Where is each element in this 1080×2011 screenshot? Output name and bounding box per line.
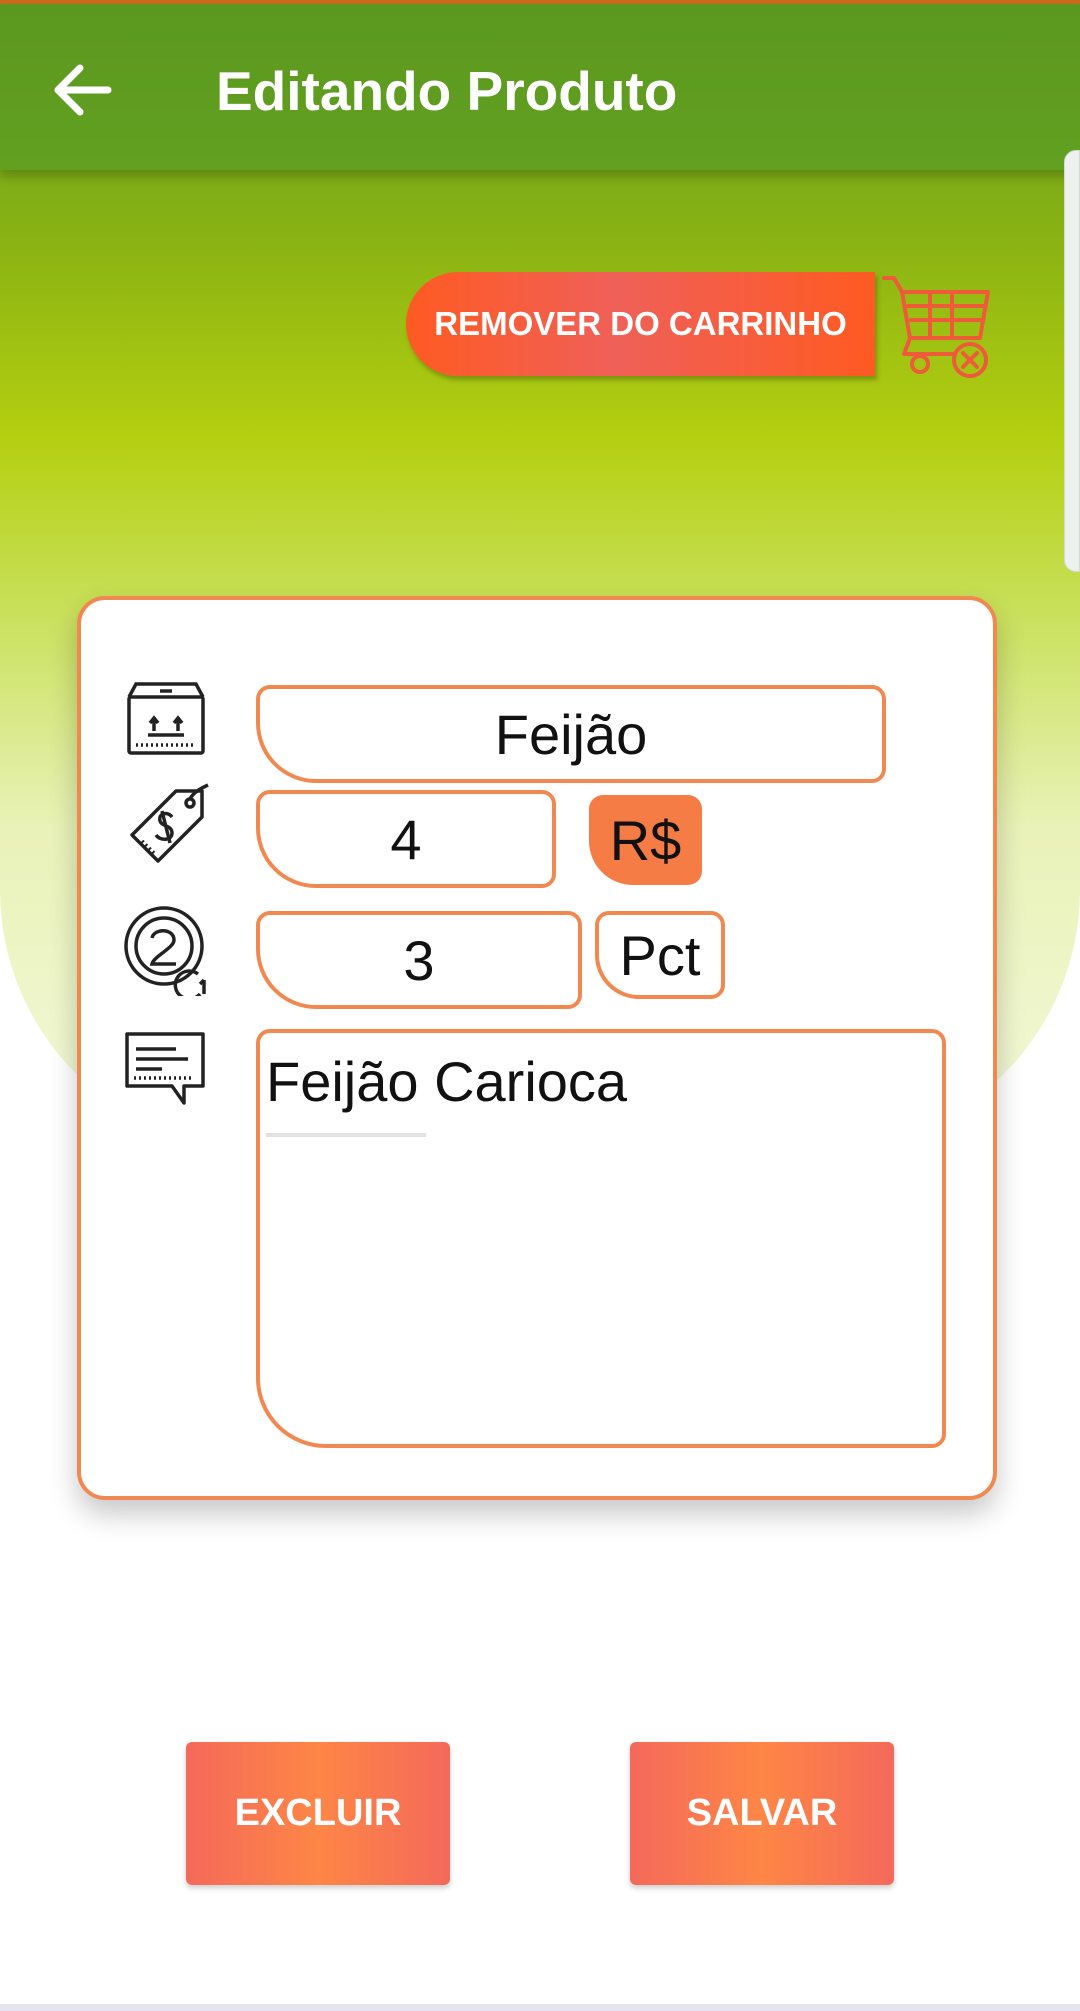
price-field[interactable]: 4 xyxy=(256,790,556,888)
description-text: Feijão Carioca xyxy=(266,1050,628,1113)
box-icon xyxy=(127,682,205,755)
page-title: Editando Produto xyxy=(216,60,678,122)
message-icon xyxy=(125,1032,205,1105)
quantity-field[interactable]: 3 xyxy=(256,911,582,1009)
arrow-left-icon xyxy=(54,64,112,116)
navigation-bar-edge xyxy=(0,2004,1080,2011)
cart-remove-icon[interactable] xyxy=(880,272,996,382)
remove-from-cart-button[interactable]: REMOVER DO CARRINHO xyxy=(406,272,875,376)
product-form-card: Feijão 4 R$ 3 Pct Feijão Carioca xyxy=(77,596,997,1500)
product-name-field[interactable]: Feijão xyxy=(256,685,886,783)
coin-counter-icon xyxy=(124,906,206,996)
currency-selector[interactable]: R$ xyxy=(589,795,702,885)
spellcheck-underline xyxy=(266,1133,426,1137)
app-bar: Editando Produto xyxy=(0,4,1080,170)
description-field[interactable]: Feijão Carioca xyxy=(256,1029,946,1448)
unit-selector[interactable]: Pct xyxy=(595,911,725,999)
back-button[interactable] xyxy=(48,60,118,120)
price-tag-icon xyxy=(130,783,209,863)
save-button[interactable]: SALVAR xyxy=(630,1742,894,1885)
delete-button[interactable]: EXCLUIR xyxy=(186,1742,450,1885)
scrollbar[interactable] xyxy=(1064,150,1080,572)
